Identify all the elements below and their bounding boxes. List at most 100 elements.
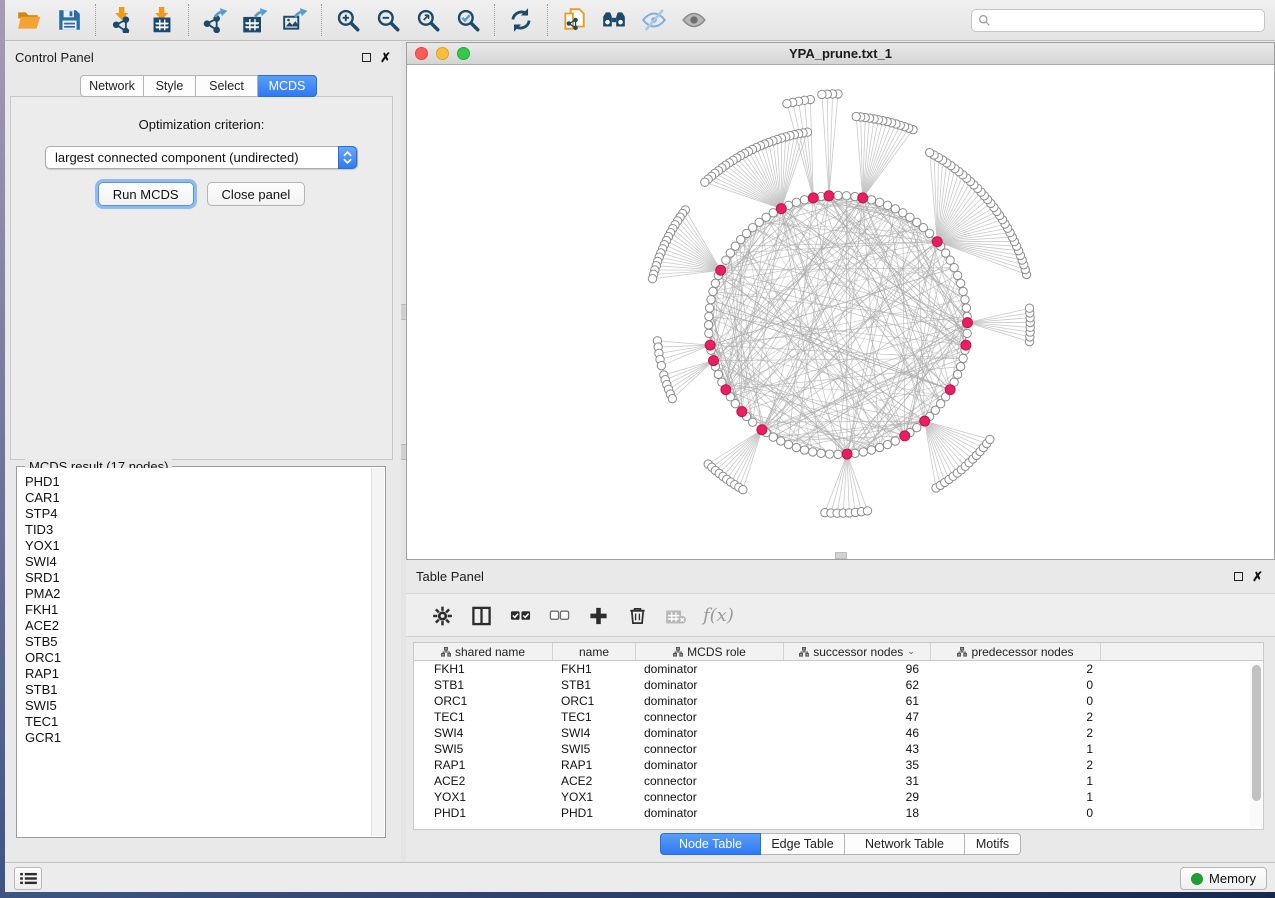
export-image-icon[interactable] (275, 0, 315, 40)
mcds-result-item[interactable]: SRD1 (25, 570, 371, 586)
mcds-result-item[interactable]: STB1 (25, 682, 371, 698)
toolbar-separator (321, 4, 322, 36)
column-header-shared-name[interactable]: shared name (414, 643, 553, 660)
table-scrollbar[interactable] (1250, 663, 1262, 827)
mcds-result-item[interactable]: STP4 (25, 506, 371, 522)
tab-motifs[interactable]: Motifs (965, 833, 1021, 855)
search-box[interactable] (971, 9, 1265, 32)
float-panel-icon[interactable] (1234, 572, 1243, 581)
mcds-result-item[interactable]: FKH1 (25, 602, 371, 618)
table-cell: FKH1 (414, 661, 553, 677)
save-icon[interactable] (49, 0, 89, 40)
mcds-result-scrollbar[interactable] (371, 468, 384, 836)
table-row[interactable]: PHD1PHD1dominator180 (414, 805, 1263, 821)
table-cell: 2 (931, 709, 1101, 725)
table-row[interactable]: YOX1YOX1connector291 (414, 789, 1263, 805)
close-panel-icon[interactable]: ✗ (1252, 572, 1263, 581)
tab-network[interactable]: Network (80, 75, 144, 97)
mcds-result-item[interactable]: GCR1 (25, 730, 371, 746)
tab-mcds[interactable]: MCDS (258, 75, 317, 97)
mcds-result-item[interactable]: TEC1 (25, 714, 371, 730)
search-input[interactable] (991, 14, 1264, 28)
table-cell: RAP1 (414, 757, 553, 773)
hide-selected-icon[interactable] (634, 0, 674, 40)
table-cell: SWI4 (553, 725, 636, 741)
clone-network-icon[interactable] (554, 0, 594, 40)
mcds-result-item[interactable]: TID3 (25, 522, 371, 538)
zoom-fit-icon[interactable] (408, 0, 448, 40)
import-network-icon[interactable] (102, 0, 142, 40)
network-window-titlebar[interactable]: YPA_prune.txt_1 (407, 43, 1274, 65)
export-network-icon[interactable] (195, 0, 235, 40)
memory-button[interactable]: Memory (1180, 867, 1267, 890)
mcds-result-item[interactable]: PMA2 (25, 586, 371, 602)
column-header-predecessor-nodes[interactable]: predecessor nodes (931, 643, 1101, 660)
tab-node-table[interactable]: Node Table (660, 833, 761, 855)
table-row[interactable]: TEC1TEC1connector472 (414, 709, 1263, 725)
refresh-icon[interactable] (501, 0, 541, 40)
add-icon[interactable] (586, 602, 610, 628)
zoom-out-icon[interactable] (368, 0, 408, 40)
mcds-result-item[interactable]: ORC1 (25, 650, 371, 666)
close-panel-icon[interactable]: ✗ (380, 53, 391, 62)
table-cell: SWI4 (414, 725, 553, 741)
tab-edge-table[interactable]: Edge Table (761, 833, 845, 855)
table-cell: dominator (636, 725, 784, 741)
mcds-result-item[interactable]: ACE2 (25, 618, 371, 634)
table-row[interactable]: STB1STB1dominator620 (414, 677, 1263, 693)
tab-network-table[interactable]: Network Table (845, 833, 965, 855)
table-cell: 0 (931, 805, 1101, 821)
column-header-successor-nodes[interactable]: successor nodes⌄ (784, 643, 931, 660)
zoom-in-icon[interactable] (328, 0, 368, 40)
mcds-result-item[interactable]: SWI5 (25, 698, 371, 714)
network-graph[interactable] (407, 65, 1274, 559)
table-cell: 2 (931, 725, 1101, 741)
mcds-result-item[interactable]: PHD1 (25, 474, 371, 490)
memory-button-label: Memory (1209, 871, 1256, 886)
mcds-result-item[interactable]: RAP1 (25, 666, 371, 682)
network-canvas[interactable] (407, 65, 1274, 559)
criterion-dropdown[interactable]: largest connected component (undirected) (45, 146, 358, 169)
open-folder-icon[interactable] (9, 0, 49, 40)
tab-style[interactable]: Style (144, 75, 196, 97)
criterion-dropdown-value: largest connected component (undirected) (55, 150, 299, 165)
table-row[interactable]: FKH1FKH1dominator962 (414, 661, 1263, 677)
table-cell: 1 (931, 789, 1101, 805)
mcds-result-item[interactable]: STB5 (25, 634, 371, 650)
binoculars-icon[interactable] (594, 0, 634, 40)
mcds-result-item[interactable]: CAR1 (25, 490, 371, 506)
show-all-icon[interactable] (674, 0, 714, 40)
column-header-MCDS-role[interactable]: MCDS role (636, 643, 784, 660)
gear-icon[interactable] (430, 602, 454, 628)
table-row[interactable]: RAP1RAP1dominator352 (414, 757, 1263, 773)
table-row[interactable]: ORC1ORC1dominator610 (414, 693, 1263, 709)
select-all-icon[interactable] (508, 602, 532, 628)
mcds-result-box: MCDS result (17 nodes) PHD1CAR1STP4TID3Y… (16, 466, 386, 838)
table-row[interactable]: SWI4SWI4dominator462 (414, 725, 1263, 741)
table-cell: dominator (636, 757, 784, 773)
canvas-resize-handle[interactable] (835, 552, 847, 559)
deselect-all-icon[interactable] (547, 602, 571, 628)
table-row[interactable]: ACE2ACE2connector311 (414, 773, 1263, 789)
zoom-selected-icon[interactable] (448, 0, 488, 40)
export-table-icon[interactable] (235, 0, 275, 40)
mcds-result-item[interactable]: SWI4 (25, 554, 371, 570)
column-header-name[interactable]: name (553, 643, 636, 660)
columns-icon[interactable] (469, 602, 493, 628)
table-cell: 31 (784, 773, 931, 789)
table-row[interactable]: SWI5SWI5connector431 (414, 741, 1263, 757)
close-panel-button[interactable]: Close panel (207, 182, 306, 206)
import-table-icon[interactable] (142, 0, 182, 40)
table-panel-tabs: Node TableEdge TableNetwork TableMotifs (406, 833, 1275, 855)
delete-icon[interactable] (625, 602, 649, 628)
run-mcds-button[interactable]: Run MCDS (98, 182, 194, 206)
table-cell: 47 (784, 709, 931, 725)
table-cell: connector (636, 741, 784, 757)
menu-button[interactable] (14, 867, 42, 890)
float-panel-icon[interactable] (362, 53, 371, 62)
tab-select[interactable]: Select (196, 75, 258, 97)
table-scrollbar-thumb[interactable] (1252, 665, 1261, 801)
table-cell: PHD1 (414, 805, 553, 821)
node-table: shared namenameMCDS rolesuccessor nodes⌄… (413, 642, 1264, 830)
mcds-result-item[interactable]: YOX1 (25, 538, 371, 554)
